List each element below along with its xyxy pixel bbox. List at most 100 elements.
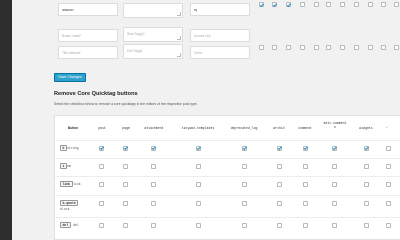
row-checkbox[interactable] [386,163,391,169]
quicktag-tag-name: del [73,223,79,227]
top-checkbox[interactable] [259,45,264,50]
col-select-all: ✓ [386,125,388,129]
top-checkbox[interactable] [259,2,264,7]
new-button-label-field[interactable]: Button Label* [58,29,118,42]
top-checkbox[interactable] [314,2,319,7]
top-checkbox[interactable] [354,45,359,50]
row-checkbox[interactable] [277,145,282,151]
new-start-tag-field[interactable]: Start Tag(s)* [123,27,183,42]
row-checkbox[interactable] [196,163,201,169]
top-checkbox[interactable] [314,45,319,50]
top-checkbox[interactable] [354,2,359,7]
row-checkbox[interactable] [196,181,201,187]
row-checkbox[interactable] [242,222,247,228]
row-checkbox[interactable] [277,200,282,206]
col-button: Button [67,126,79,130]
row-checkbox[interactable] [151,200,156,206]
row-checkbox[interactable] [151,181,156,187]
row-checkbox[interactable] [99,181,104,187]
new-end-tag-field[interactable]: End Tag(s) [123,44,183,59]
row-checkbox[interactable] [303,200,308,206]
row-checkbox[interactable] [277,181,282,187]
row-divider [55,158,400,159]
row-checkbox[interactable] [242,181,247,187]
top-checkbox[interactable] [286,45,291,50]
row-checkbox[interactable] [99,200,104,206]
top-checkbox[interactable] [394,45,399,50]
top-checkbox[interactable] [368,2,373,7]
row-checkbox[interactable] [386,222,391,228]
top-checkbox[interactable] [368,45,373,50]
row-checkbox[interactable] [242,145,247,151]
row-checkbox[interactable] [151,145,156,151]
row-checkbox[interactable] [242,163,247,169]
row-checkbox[interactable] [364,145,369,151]
row-checkbox[interactable] [123,181,128,187]
row-checkbox[interactable] [99,145,104,151]
top-checkbox[interactable] [381,45,386,50]
save-changes-button[interactable]: Save Changes [54,73,86,82]
row-checkbox[interactable] [386,181,391,187]
row-checkbox[interactable] [364,163,369,169]
row-checkbox[interactable] [303,163,308,169]
col-attachment: attachment [144,126,164,130]
col-page: page [122,126,130,130]
row-checkbox[interactable] [277,222,282,228]
row-checkbox[interactable] [123,200,128,206]
top-checkbox[interactable] [340,2,345,7]
top-checkbox[interactable] [326,2,331,7]
row-checkbox[interactable] [386,200,391,206]
top-checkbox[interactable] [286,2,291,7]
row-checkbox[interactable] [196,200,201,206]
new-title-attribute-field[interactable]: Title Attribute [58,46,118,59]
start-tag-field[interactable] [123,3,183,18]
row-checkbox[interactable] [364,181,369,187]
row-checkbox[interactable] [303,145,308,151]
quicktag-table: Button post page attachment tinywoo-temp… [54,115,400,240]
row-checkbox[interactable] [364,222,369,228]
row-divider [55,195,400,196]
row-checkbox[interactable] [123,222,128,228]
top-checkbox[interactable] [340,45,345,50]
row-checkbox[interactable] [303,222,308,228]
top-checkbox[interactable] [326,45,331,50]
access-key-field[interactable]: rq [190,3,250,16]
button-label-field[interactable]: amazon [58,3,118,16]
row-checkbox[interactable] [99,163,104,169]
top-checkbox[interactable] [272,2,277,7]
quicktag-tag-name: strong [67,146,79,150]
col-edit-comments: edit-comments [323,121,347,129]
row-checkbox[interactable] [123,163,128,169]
top-checkbox[interactable] [381,2,386,7]
new-order-field[interactable]: Order [190,46,250,59]
top-checkbox[interactable] [272,45,277,50]
row-checkbox[interactable] [277,163,282,169]
quicktag-key: del [60,222,71,228]
row-divider [55,217,400,218]
row-checkbox[interactable] [99,222,104,228]
row-checkbox[interactable] [242,200,247,206]
row-checkbox[interactable] [196,145,201,151]
row-checkbox[interactable] [123,145,128,151]
col-tinywoo-templates: tinywoo-templates [181,126,215,130]
row-checkbox[interactable] [196,222,201,228]
quicktag-key: b-quote [60,200,79,206]
row-checkbox[interactable] [332,200,337,206]
row-checkbox[interactable] [303,181,308,187]
top-checkbox[interactable] [300,2,305,7]
row-checkbox[interactable] [151,163,156,169]
row-divider [55,140,400,141]
col-archiv: archiv [273,126,285,130]
row-checkbox[interactable] [332,163,337,169]
row-checkbox[interactable] [332,181,337,187]
row-checkbox[interactable] [386,145,391,151]
top-checkbox[interactable] [300,45,305,50]
row-checkbox[interactable] [332,145,337,151]
new-access-key-field[interactable]: Access Key [190,29,250,42]
row-checkbox[interactable] [332,222,337,228]
row-checkbox[interactable] [364,200,369,206]
top-checkbox[interactable] [394,2,399,7]
row-checkbox[interactable] [151,222,156,228]
quicktag-key: b [60,145,67,151]
row-divider [55,176,400,177]
